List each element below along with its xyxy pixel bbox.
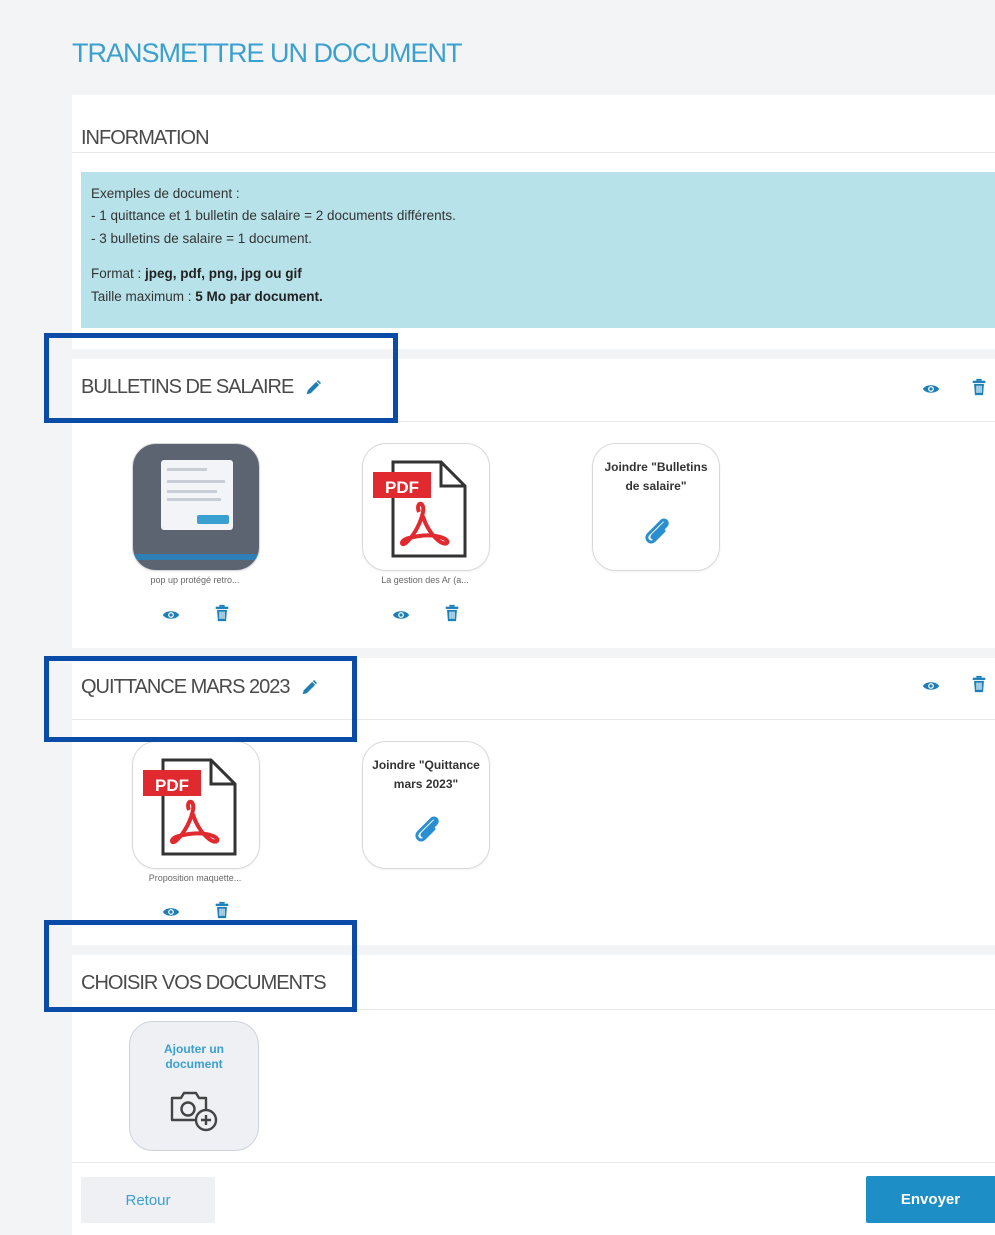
section-separator [72, 945, 995, 955]
section-separator [72, 349, 995, 359]
file-thumbnail-image[interactable] [132, 443, 260, 571]
eye-icon[interactable] [392, 606, 410, 624]
pdf-file-icon [371, 454, 481, 564]
pdf-badge: PDF [155, 776, 189, 795]
join-bulletins-button[interactable]: Joindre "Bulletins de salaire" [592, 443, 720, 571]
group-title-bulletins: BULLETINS DE SALAIRE [81, 376, 322, 399]
add-document-label: Ajouter un document [164, 1042, 224, 1071]
format-line: Format : jpeg, pdf, png, jpg ou gif [91, 266, 302, 281]
trash-icon[interactable] [213, 604, 231, 622]
pdf-badge: PDF [385, 478, 419, 497]
send-button[interactable]: Envoyer [866, 1176, 995, 1223]
eye-icon[interactable] [922, 677, 940, 695]
eye-icon[interactable] [162, 903, 180, 921]
divider [72, 1162, 995, 1163]
trash-icon[interactable] [970, 378, 988, 396]
information-title: INFORMATION [81, 127, 210, 149]
size-line: Taille maximum : 5 Mo par document. [91, 289, 323, 304]
thumbnail-preview [161, 460, 233, 530]
information-box: Exemples de document : - 1 quittance et … [81, 172, 995, 328]
pencil-icon[interactable] [304, 379, 322, 397]
join-label: Joindre "Quittance mars 2023" [372, 758, 480, 791]
pdf-file-icon [141, 752, 251, 862]
page-title: TRANSMETTRE UN DOCUMENT [72, 38, 462, 68]
example-line-1: - 1 quittance et 1 bulletin de salaire =… [91, 208, 456, 223]
divider [72, 719, 995, 720]
file-name: pop up protégé retro... [150, 575, 240, 585]
join-quittance-button[interactable]: Joindre "Quittance mars 2023" [362, 741, 490, 869]
divider [72, 1009, 995, 1010]
file-name: Proposition maquette... [148, 873, 242, 883]
size-value: 5 Mo par document. [195, 289, 323, 304]
pencil-icon[interactable] [300, 679, 318, 697]
section-separator [72, 648, 995, 658]
back-button[interactable]: Retour [81, 1177, 215, 1223]
paperclip-icon [410, 812, 444, 846]
divider [72, 421, 995, 422]
divider [72, 152, 995, 153]
trash-icon[interactable] [443, 604, 461, 622]
camera-plus-icon [168, 1084, 218, 1134]
choose-documents-title: CHOISIR VOS DOCUMENTS [81, 972, 327, 994]
examples-heading: Exemples de document : [91, 186, 240, 201]
join-label: Joindre "Bulletins de salaire" [604, 460, 708, 493]
format-value: jpeg, pdf, png, jpg ou gif [145, 266, 302, 281]
file-name: La gestion des Ar (a... [381, 575, 469, 585]
eye-icon[interactable] [922, 380, 940, 398]
paperclip-icon [640, 514, 674, 548]
group-title-quittance: QUITTANCE MARS 2023 [81, 676, 318, 699]
eye-icon[interactable] [162, 606, 180, 624]
file-thumbnail-pdf[interactable]: PDF [362, 443, 490, 571]
trash-icon[interactable] [970, 675, 988, 693]
example-line-2: - 3 bulletins de salaire = 1 document. [91, 231, 313, 246]
add-document-button[interactable]: Ajouter un document [129, 1021, 259, 1151]
trash-icon[interactable] [213, 901, 231, 919]
file-thumbnail-pdf[interactable]: PDF [132, 741, 260, 869]
